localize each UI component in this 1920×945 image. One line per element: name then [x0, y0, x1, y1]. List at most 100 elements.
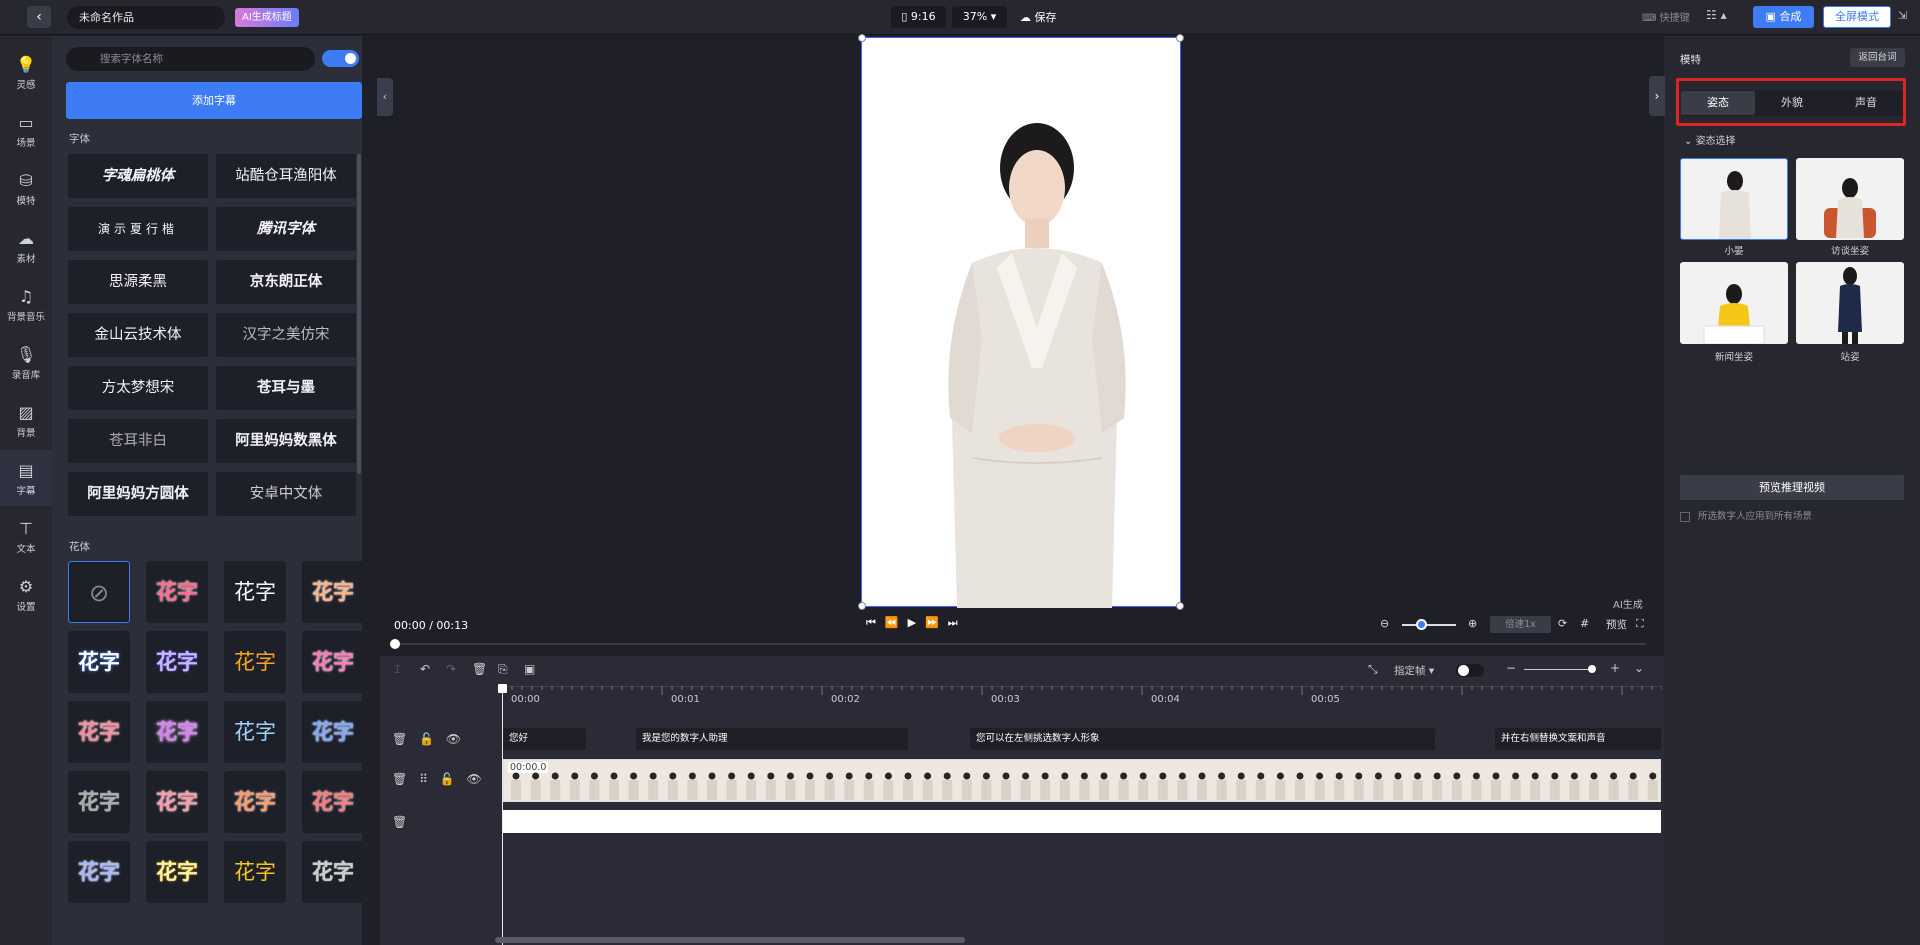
zoom-out-icon[interactable]: ⊖	[1380, 617, 1389, 630]
zoom-slider-knob[interactable]	[1416, 619, 1427, 630]
layout-menu-button[interactable]: ☷ ▴	[1706, 8, 1736, 26]
playback-progress[interactable]	[392, 643, 1646, 645]
font-option[interactable]: 阿里妈妈方圆体	[68, 472, 208, 516]
resize-handle[interactable]	[858, 602, 866, 610]
playhead[interactable]	[502, 686, 503, 945]
preview-button[interactable]: 预览	[1606, 617, 1627, 632]
video-canvas[interactable]	[858, 34, 1184, 610]
pose-card[interactable]	[1680, 158, 1788, 240]
delete-icon[interactable]: 🗑	[392, 732, 407, 746]
audio-track[interactable]	[503, 810, 1661, 833]
delete-icon[interactable]: 🗑	[472, 662, 487, 676]
video-track[interactable]: 00:00.0	[503, 759, 1661, 802]
drag-handle-icon[interactable]: ⠿	[419, 772, 428, 786]
preview-inference-button[interactable]: 预览推理视频	[1680, 475, 1904, 500]
nav-item-inspiration[interactable]: 💡 灵感	[0, 44, 52, 100]
compose-button[interactable]: ▣ 合成	[1753, 6, 1814, 28]
font-option[interactable]: 苍耳非白	[68, 419, 208, 463]
flower-option[interactable]: 花字	[302, 631, 364, 693]
playhead-handle[interactable]	[498, 684, 507, 693]
skip-end-icon[interactable]: ⏭	[948, 616, 967, 629]
collapse-right-panel-button[interactable]: ›	[1649, 76, 1665, 116]
font-search-input[interactable]: 搜索字体名称	[66, 47, 315, 71]
delete-icon[interactable]: 🗑	[392, 815, 407, 829]
flower-option[interactable]: 花字	[224, 561, 286, 623]
flower-option[interactable]: 花字	[68, 631, 130, 693]
flower-option[interactable]: 花字	[68, 841, 130, 903]
flower-option[interactable]: 花字	[146, 771, 208, 833]
split-icon[interactable]: ⌶	[394, 662, 401, 677]
nav-item-scene[interactable]: ▭ 场景	[0, 102, 52, 158]
pose-card[interactable]	[1796, 262, 1904, 344]
flower-option[interactable]: 花字	[146, 841, 208, 903]
flower-option[interactable]: 花字	[146, 561, 208, 623]
copy-icon[interactable]: ⎘	[498, 662, 508, 677]
collapse-icon[interactable]: ⇲	[1898, 9, 1907, 22]
nav-item-background[interactable]: ▨ 背景	[0, 392, 52, 448]
fullscreen-button[interactable]: 全屏模式	[1823, 6, 1891, 28]
rewind-icon[interactable]: ⏪	[885, 616, 908, 629]
collapse-left-panel-button[interactable]: ‹	[377, 78, 393, 116]
pose-section-title[interactable]: ⌄ 姿态选择	[1684, 132, 1736, 147]
subtitle-clip[interactable]: 并在右侧替换文案和声音	[1495, 728, 1661, 750]
frame-select-dropdown[interactable]: 指定帧 ▾	[1394, 663, 1434, 678]
aspect-ratio-button[interactable]: ▯ 9:16	[891, 6, 946, 28]
shortcut-button[interactable]: ⌨ 快捷键	[1642, 9, 1690, 24]
expand-icon[interactable]: ⛶	[1636, 617, 1644, 631]
project-title-input[interactable]: 未命名作品	[67, 6, 225, 29]
lock-icon[interactable]: 🔓	[419, 732, 434, 746]
undo-icon[interactable]: ↶	[420, 662, 430, 676]
flower-option[interactable]: 花字	[302, 561, 364, 623]
redo-icon[interactable]: ↷	[446, 662, 456, 676]
tab-pose[interactable]: 姿态	[1681, 91, 1755, 115]
speed-button[interactable]: 倍速1x	[1490, 616, 1551, 633]
nav-item-text[interactable]: ⊤ 文本	[0, 508, 52, 564]
pose-card[interactable]	[1680, 262, 1788, 344]
save-button[interactable]: ☁ 保存	[1020, 8, 1057, 27]
flower-option[interactable]: 花字	[302, 771, 364, 833]
font-option[interactable]: 汉字之美仿宋	[216, 313, 356, 357]
timeline-zoom-slider[interactable]	[1524, 669, 1594, 670]
font-option[interactable]: 阿里妈妈数黑体	[216, 419, 356, 463]
timeline-ruler[interactable]: 00:00 00:01 00:02 00:03 00:04 00:05	[502, 686, 1662, 708]
tab-voice[interactable]: 声音	[1829, 91, 1903, 115]
delete-icon[interactable]: 🗑	[392, 772, 407, 786]
checkbox[interactable]	[1680, 511, 1690, 522]
font-toggle[interactable]	[322, 50, 359, 67]
flower-option[interactable]: 花字	[68, 771, 130, 833]
flower-option[interactable]: 花字	[224, 841, 286, 903]
add-subtitle-button[interactable]: 添加字幕	[66, 82, 362, 119]
subtitle-clip[interactable]: 我是您的数字人助理	[636, 728, 908, 750]
grid-icon[interactable]: #	[1580, 617, 1589, 630]
font-option[interactable]: 思源柔黑	[68, 260, 208, 304]
progress-knob[interactable]	[390, 639, 400, 649]
back-to-script-button[interactable]: 返回台词	[1850, 48, 1905, 67]
play-icon[interactable]: ▶	[908, 616, 925, 629]
apply-all-checkbox[interactable]: 所选数字人应用到所有场景	[1680, 508, 1812, 522]
flower-option[interactable]: 花字	[302, 841, 364, 903]
eye-icon[interactable]: 👁	[466, 772, 481, 786]
subtitle-clip[interactable]: 您可以在左侧挑选数字人形象	[970, 728, 1435, 750]
font-option[interactable]: 字魂扁桃体	[68, 154, 208, 198]
nav-item-recording[interactable]: 🎙 录音库	[0, 334, 52, 390]
timeline-scrollbar[interactable]	[495, 937, 965, 943]
tab-appearance[interactable]: 外貌	[1755, 91, 1829, 115]
zoom-slider[interactable]	[1402, 624, 1456, 626]
nav-item-model[interactable]: ⛁ 模特	[0, 160, 52, 216]
back-button[interactable]: ‹	[27, 6, 51, 28]
eye-icon[interactable]: 👁	[446, 732, 461, 746]
ai-title-button[interactable]: AI生成标题	[235, 8, 299, 27]
pose-card[interactable]	[1796, 158, 1904, 240]
font-option[interactable]: 方太梦想宋	[68, 366, 208, 410]
flower-option[interactable]: 花字	[68, 701, 130, 763]
nav-item-music[interactable]: ♫ 背景音乐	[0, 276, 52, 332]
font-option[interactable]: 金山云技术体	[68, 313, 208, 357]
flower-option[interactable]: 花字	[146, 701, 208, 763]
subtitle-clip[interactable]: 您好	[503, 728, 586, 750]
flower-option[interactable]: 花字	[224, 701, 286, 763]
flower-option[interactable]: 花字	[302, 701, 364, 763]
flower-option[interactable]: 花字	[224, 631, 286, 693]
refresh-icon[interactable]: ⟳	[1558, 617, 1567, 630]
font-option[interactable]: 京东朗正体	[216, 260, 356, 304]
timeline-zoom-knob[interactable]	[1588, 665, 1596, 673]
